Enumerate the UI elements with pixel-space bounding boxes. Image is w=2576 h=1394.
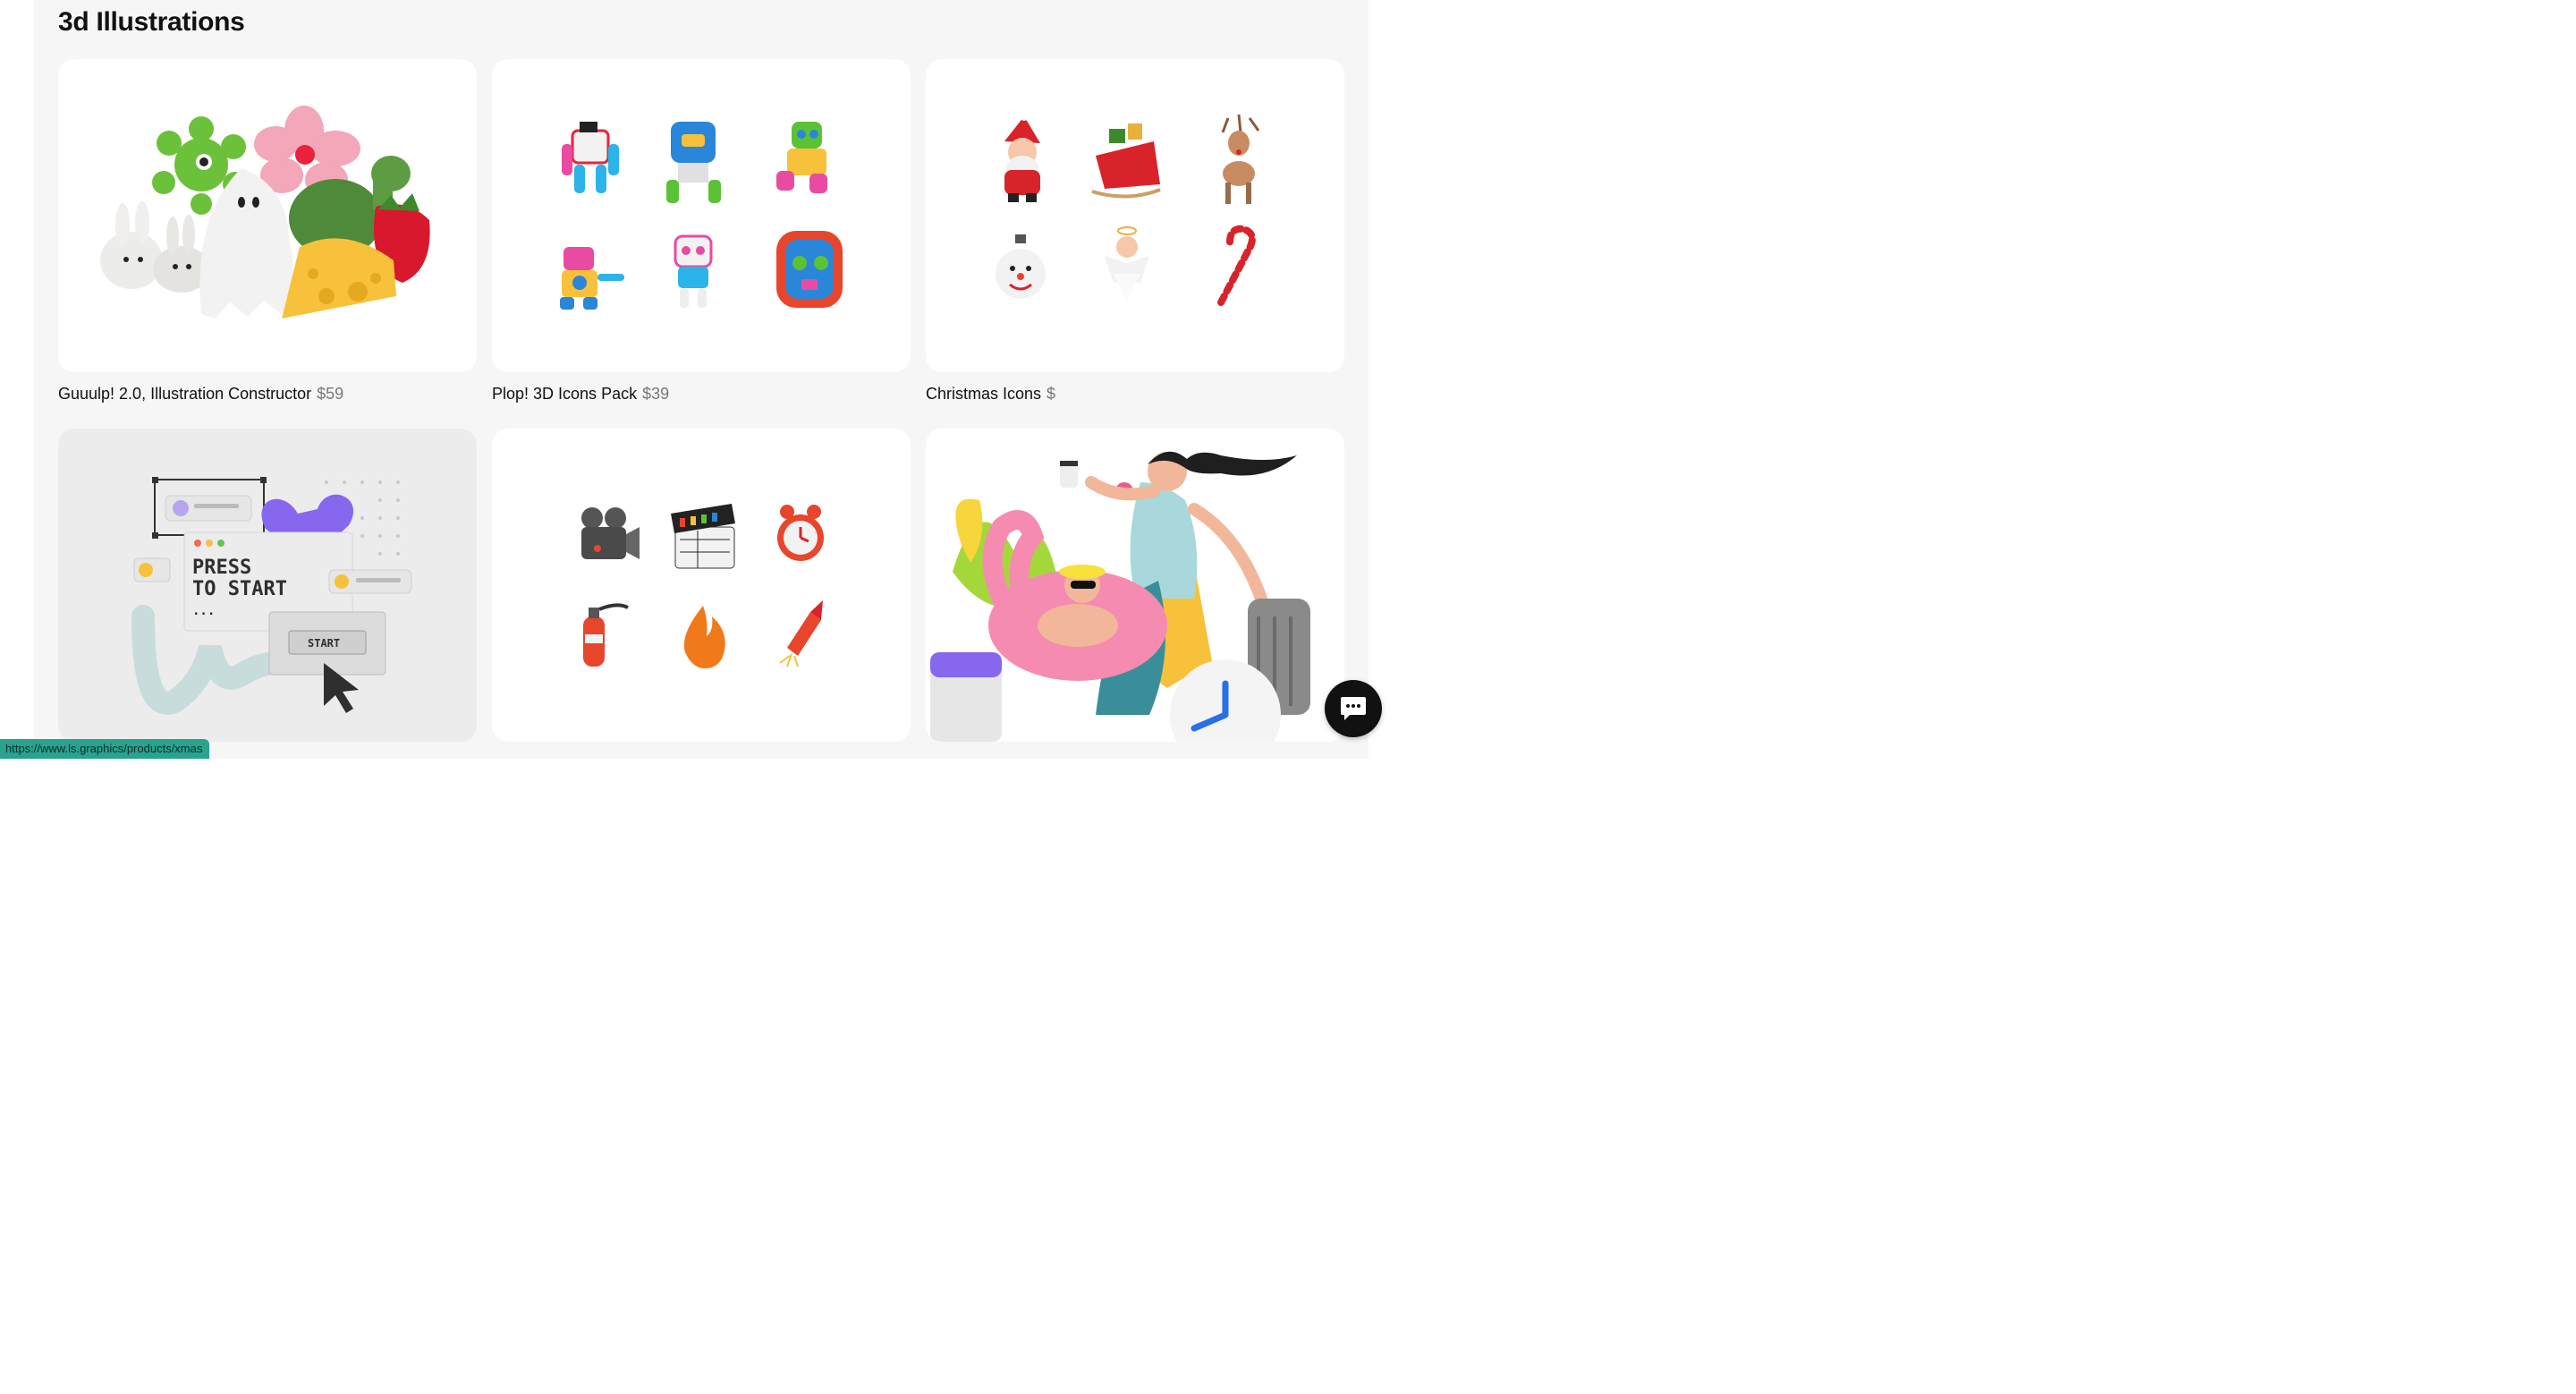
chat-bubble-icon xyxy=(1341,697,1366,720)
product-thumbnail[interactable] xyxy=(492,59,911,372)
candy-cane-icon xyxy=(1217,225,1256,306)
angel-icon xyxy=(1105,226,1149,301)
product-caption[interactable]: Christmas Icons $ xyxy=(926,385,1344,404)
product-price: $39 xyxy=(642,385,670,403)
video-camera-icon xyxy=(581,507,640,559)
santa-icon xyxy=(1004,112,1040,202)
product-card-summer-illustration[interactable] xyxy=(926,429,1344,773)
robot-icon xyxy=(776,122,827,193)
section-title: 3d Illustrations xyxy=(58,7,245,37)
alarm-clock-icon xyxy=(777,505,824,561)
product-price: $ xyxy=(1046,385,1056,403)
robot-icon xyxy=(666,122,721,203)
product-caption[interactable]: Guuulp! 2.0, Illustration Constructor $59 xyxy=(58,385,477,404)
product-price: $59 xyxy=(317,385,344,403)
product-card-cinema-icons[interactable] xyxy=(492,429,911,773)
press-start-line2: TO START xyxy=(192,578,287,600)
robot-icon xyxy=(562,122,619,193)
start-label: START xyxy=(308,637,340,650)
product-name[interactable]: Plop! 3D Icons Pack xyxy=(492,385,637,403)
product-caption[interactable] xyxy=(492,754,911,773)
cinema-icons-image xyxy=(581,504,824,668)
product-card-christmas[interactable]: Christmas Icons $ xyxy=(926,59,1344,404)
product-caption[interactable]: Plop! 3D Icons Pack $39 xyxy=(492,385,911,404)
christmas-icons-image xyxy=(996,112,1260,306)
press-start-dots: ... xyxy=(192,604,215,618)
status-bar-url: https://www.ls.graphics/products/xmas xyxy=(0,739,210,759)
product-name[interactable]: Christmas Icons xyxy=(926,385,1041,403)
fire-extinguisher-icon xyxy=(583,603,629,667)
product-card-press-start[interactable]: PRESS TO START ... START xyxy=(58,429,477,773)
product-name[interactable]: Guuulp! 2.0, Illustration Constructor xyxy=(58,385,311,403)
chat-button[interactable] xyxy=(1325,680,1382,737)
robot-icons-image xyxy=(560,122,843,310)
product-thumbnail[interactable]: PRESS TO START ... START xyxy=(58,429,477,742)
reindeer-icon xyxy=(1221,114,1260,204)
robot-icon xyxy=(560,247,624,310)
robot-icon xyxy=(674,234,713,308)
press-start-line1: PRESS xyxy=(192,557,251,579)
product-card-plop[interactable]: Plop! 3D Icons Pack $39 xyxy=(492,59,911,404)
product-thumbnail[interactable] xyxy=(926,59,1344,372)
press-start-illustration: PRESS TO START ... START xyxy=(131,477,412,715)
product-caption[interactable] xyxy=(926,754,1344,773)
clapperboard-icon xyxy=(671,504,735,569)
summer-illustration-image xyxy=(930,451,1310,742)
product-thumbnail[interactable] xyxy=(492,429,911,742)
bunny-slippers-shape xyxy=(100,201,210,293)
product-card-guuulp[interactable]: Guuulp! 2.0, Illustration Constructor $59 xyxy=(58,59,477,404)
firework-rocket-icon xyxy=(779,600,823,667)
sleigh-icon xyxy=(1091,123,1161,199)
product-thumbnail[interactable] xyxy=(58,59,477,372)
fire-icon xyxy=(683,606,725,668)
selection-frame xyxy=(152,477,267,539)
snowman-ornament-icon xyxy=(996,234,1046,299)
start-button-art: START xyxy=(268,611,386,676)
product-thumbnail[interactable] xyxy=(926,429,1344,742)
guuulp-collage-image xyxy=(100,106,430,319)
robot-head-icon xyxy=(776,231,843,308)
